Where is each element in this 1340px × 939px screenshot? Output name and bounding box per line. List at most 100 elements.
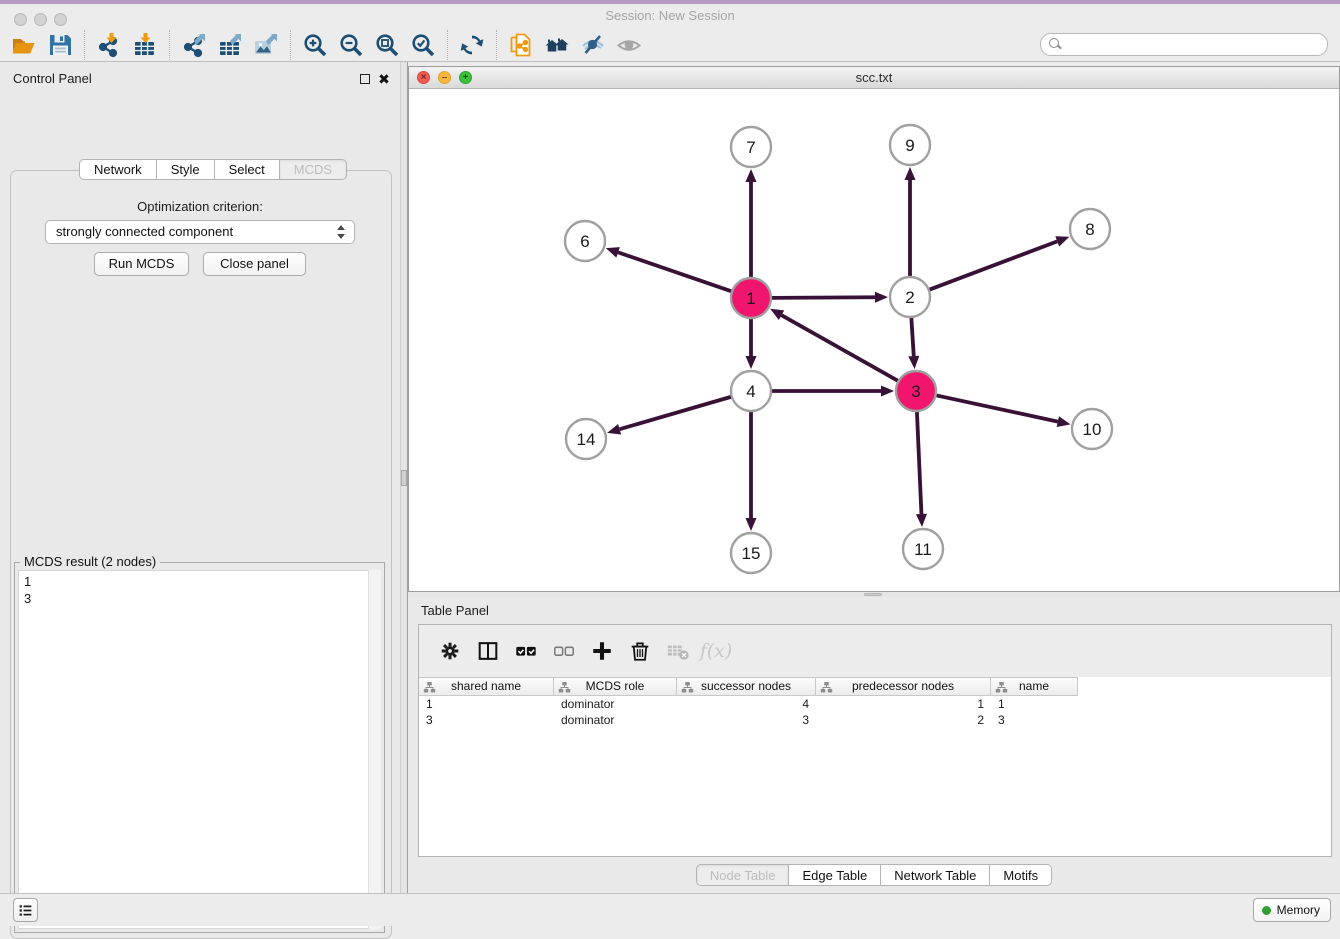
mcds-result-scrollbar[interactable] [368,570,381,929]
edge-1-7[interactable] [746,169,757,277]
new-network-from-selection-button[interactable] [503,30,539,60]
memory-button[interactable]: Memory [1253,898,1331,922]
resize-dimple[interactable] [864,593,882,596]
export-network-button[interactable] [176,30,212,60]
criterion-select[interactable]: strongly connected component [45,220,355,244]
table-cell[interactable]: dominator [554,712,677,728]
table-cell[interactable]: 3 [677,712,816,728]
node-14[interactable]: 14 [566,419,606,459]
edge-1-2[interactable] [772,292,888,303]
split-panel-button[interactable] [469,633,507,669]
table-cell[interactable]: 2 [816,712,991,728]
add-column-button[interactable] [583,633,621,669]
tab-edge-table[interactable]: Edge Table [789,864,881,886]
edge-2-3[interactable] [908,318,919,369]
node-9[interactable]: 9 [890,125,930,165]
import-table-button[interactable] [127,30,163,60]
mcds-result-text[interactable]: 1 3 [18,570,381,929]
node-15[interactable]: 15 [731,533,771,573]
zoom-out-button[interactable] [333,30,369,60]
table-cell[interactable]: 3 [419,712,554,728]
column-header-MCDS-role[interactable]: MCDS role [554,677,677,696]
split-panel-icon [476,639,500,663]
table-cell[interactable]: 3 [991,712,1078,728]
optimization-criterion-label: Optimization criterion: [0,199,400,214]
run-mcds-button[interactable]: Run MCDS [94,252,189,276]
edge-1-4[interactable] [746,319,757,369]
open-file-button[interactable] [6,30,42,60]
hide-selected-button[interactable] [575,30,611,60]
criterion-value: strongly connected component [56,224,233,239]
node-2[interactable]: 2 [890,277,930,317]
show-all-nodes-edges-button[interactable] [539,30,575,60]
column-header-successor-nodes[interactable]: successor nodes [677,677,816,696]
zoom-fit-button[interactable] [369,30,405,60]
table-toolbar: f(x) [419,625,1331,677]
edge-4-15[interactable] [746,412,757,531]
column-header-predecessor-nodes[interactable]: predecessor nodes [816,677,991,696]
edge-3-1[interactable] [770,309,898,381]
column-label: successor nodes [701,679,791,693]
edge-4-3[interactable] [772,386,894,397]
network-canvas[interactable]: 1 2 3 4 6 7 8 9 10 11 14 15 [409,89,1339,591]
toolbar-separator [290,30,291,60]
edge-3-10[interactable] [937,395,1071,427]
tab-network[interactable]: Network [79,159,157,180]
table-row[interactable]: 1dominator411 [419,696,1331,712]
node-4[interactable]: 4 [731,371,771,411]
main-toolbar [0,28,1340,62]
apply-layout-icon [459,32,485,58]
node-11[interactable]: 11 [903,529,943,569]
delete-columns-button[interactable] [621,633,659,669]
tab-network-table[interactable]: Network Table [881,864,990,886]
node-3[interactable]: 3 [896,371,936,411]
save-session-button[interactable] [42,30,78,60]
column-header-shared-name[interactable]: shared name [419,677,554,696]
node-8[interactable]: 8 [1070,209,1110,249]
table-row[interactable]: 3dominator323 [419,712,1331,728]
edge-2-9[interactable] [905,167,916,276]
node-6[interactable]: 6 [565,221,605,261]
save-session-icon [47,32,73,58]
edge-3-11[interactable] [916,412,927,527]
table-cell[interactable]: dominator [554,696,677,712]
column-header-name[interactable]: name [991,677,1078,696]
node-10[interactable]: 10 [1072,409,1112,449]
table-settings-button[interactable] [431,633,469,669]
export-image-button[interactable] [248,30,284,60]
open-file-icon [11,32,37,58]
app-title: Session: New Session [0,8,1340,23]
tab-select[interactable]: Select [215,159,280,180]
edge-2-8[interactable] [930,236,1070,289]
node-1[interactable]: 1 [731,278,771,318]
unselect-all-columns-button[interactable] [545,633,583,669]
search-input[interactable] [1040,33,1328,56]
zoom-selected-button[interactable] [405,30,441,60]
float-panel-icon[interactable] [360,74,370,84]
tab-style[interactable]: Style [157,159,215,180]
zoom-in-button[interactable] [297,30,333,60]
import-network-button[interactable] [91,30,127,60]
node-7[interactable]: 7 [731,127,771,167]
panel-split-divider[interactable] [400,62,408,893]
show-all-nodes-edges-icon [544,32,570,58]
apply-layout-button[interactable] [454,30,490,60]
hierarchy-icon [558,681,571,694]
select-all-columns-button[interactable] [507,633,545,669]
close-panel-icon[interactable]: ✖ [377,72,391,86]
split-grab-handle[interactable] [401,470,407,486]
table-cell[interactable]: 4 [677,696,816,712]
edge-1-6[interactable] [606,247,731,291]
export-table-button[interactable] [212,30,248,60]
tab-mcds[interactable]: MCDS [280,159,347,180]
close-panel-button[interactable]: Close panel [203,252,306,276]
edge-4-14[interactable] [607,397,731,435]
table-cell[interactable]: 1 [991,696,1078,712]
table-cell[interactable]: 1 [419,696,554,712]
tab-node-table[interactable]: Node Table [696,864,790,886]
task-history-button[interactable] [13,898,38,922]
tab-motifs[interactable]: Motifs [990,864,1052,886]
network-window-titlebar[interactable]: × – + scc.txt [409,67,1339,89]
table-cell[interactable]: 1 [816,696,991,712]
show-hidden-button [611,30,647,60]
